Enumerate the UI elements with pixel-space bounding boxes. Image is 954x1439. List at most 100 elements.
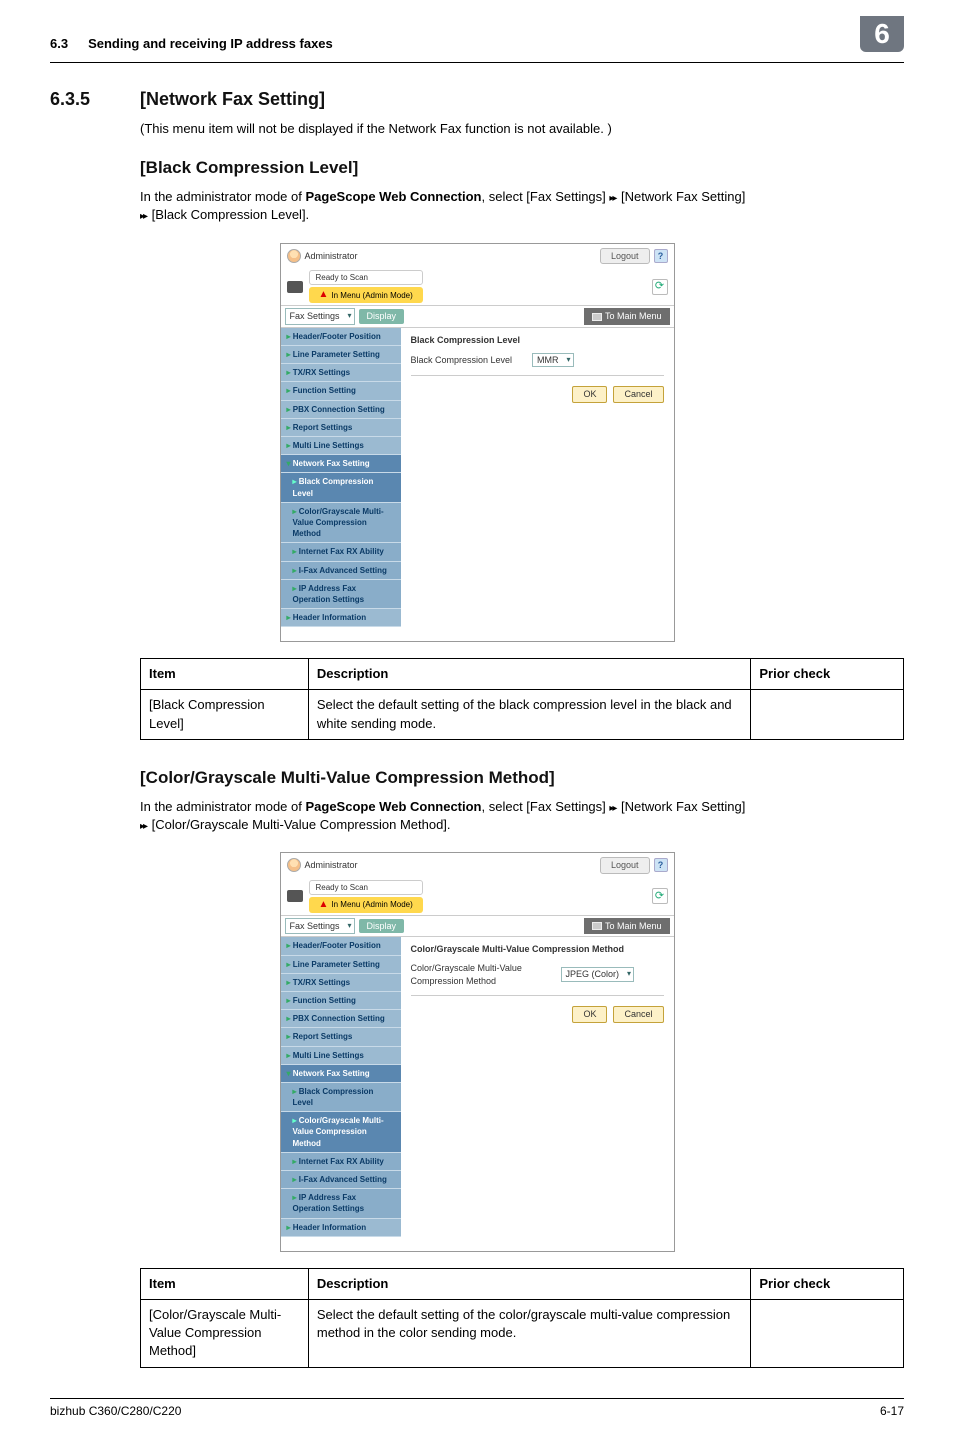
subsection-title-black: [Black Compression Level] (140, 156, 904, 180)
home-icon (592, 922, 602, 930)
sidebar-item-black-comp[interactable]: Black Compression Level (281, 473, 401, 502)
row-label: Color/Grayscale Multi-Value Compression … (411, 962, 541, 987)
home-icon (592, 313, 602, 321)
page-number: 6-17 (880, 1403, 904, 1420)
sidebar-item-report[interactable]: Report Settings (281, 1028, 401, 1046)
help-icon[interactable]: ? (654, 858, 668, 872)
sidebar-item-txrx[interactable]: TX/RX Settings (281, 364, 401, 382)
subsection-intro-color: In the administrator mode of PageScope W… (140, 798, 904, 834)
sidebar-item-function[interactable]: Function Setting (281, 992, 401, 1010)
table-row: [Black Compression Level] Select the def… (141, 690, 904, 739)
sidebar-item-network-fax[interactable]: Network Fax Setting (281, 455, 401, 473)
to-main-menu-button[interactable]: To Main Menu (584, 308, 670, 325)
product-name: bizhub C360/C280/C220 (50, 1403, 181, 1420)
compression-select[interactable]: JPEG (Color) (561, 967, 635, 982)
sidebar-item-ifax-rx[interactable]: Internet Fax RX Ability (281, 1153, 401, 1171)
table-row: [Color/Grayscale Multi-Value Compression… (141, 1299, 904, 1367)
text: [Network Fax Setting] (617, 189, 745, 204)
screenshot-black-compression: Administrator Logout ? Ready to Scan ▲In… (280, 243, 675, 643)
compression-select[interactable]: MMR (532, 353, 574, 368)
cancel-button[interactable]: Cancel (613, 1006, 663, 1023)
th-description: Description (308, 1268, 751, 1299)
user-avatar-icon (287, 858, 301, 872)
sidebar-item-ip-addr-fax[interactable]: IP Address Fax Operation Settings (281, 580, 401, 609)
arrow-icon (140, 817, 148, 832)
subsection-title-color: [Color/Grayscale Multi-Value Compression… (140, 766, 904, 790)
warning-icon: ▲ (319, 288, 329, 302)
status-mode: ▲In Menu (Admin Mode) (309, 287, 423, 303)
th-prior: Prior check (751, 1268, 904, 1299)
sidebar-item-header-footer[interactable]: Header/Footer Position (281, 937, 401, 955)
cell-desc: Select the default setting of the color/… (308, 1299, 751, 1367)
sidebar-item-report[interactable]: Report Settings (281, 419, 401, 437)
sidebar: Header/Footer Position Line Parameter Se… (281, 328, 401, 627)
panel-title: Black Compression Level (411, 334, 664, 347)
text: [Network Fax Setting] (617, 799, 745, 814)
section-intro: (This menu item will not be displayed if… (140, 120, 904, 138)
text: [Black Compression Level]. (148, 207, 309, 222)
section-heading: 6.3.5 [Network Fax Setting] (50, 87, 904, 112)
screenshot-color-grayscale: Administrator Logout ? Ready to Scan ▲In… (280, 852, 675, 1252)
sidebar-item-ifax-adv[interactable]: I-Fax Advanced Setting (281, 1171, 401, 1189)
category-dropdown[interactable]: Fax Settings (285, 918, 355, 935)
th-prior: Prior check (751, 659, 904, 690)
sidebar-item-multiline[interactable]: Multi Line Settings (281, 1047, 401, 1065)
sidebar-item-pbx[interactable]: PBX Connection Setting (281, 1010, 401, 1028)
ok-button[interactable]: OK (572, 386, 607, 403)
sidebar-item-network-fax[interactable]: Network Fax Setting (281, 1065, 401, 1083)
header-section-number: 6.3 (50, 35, 68, 53)
sidebar-item-color-gray[interactable]: Color/Grayscale Multi-Value Compression … (281, 1112, 401, 1153)
th-description: Description (308, 659, 751, 690)
category-dropdown[interactable]: Fax Settings (285, 308, 355, 325)
role-label: Administrator (305, 250, 358, 263)
refresh-icon[interactable]: ⟳ (652, 279, 668, 295)
sidebar-item-header-footer[interactable]: Header/Footer Position (281, 328, 401, 346)
section-title: [Network Fax Setting] (140, 87, 325, 112)
sidebar-item-function[interactable]: Function Setting (281, 382, 401, 400)
header-section-title: Sending and receiving IP address faxes (88, 35, 860, 53)
text: [Color/Grayscale Multi-Value Compression… (148, 817, 451, 832)
sidebar-item-ifax-rx[interactable]: Internet Fax RX Ability (281, 543, 401, 561)
table-color-grayscale: Item Description Prior check [Color/Gray… (140, 1268, 904, 1368)
sidebar-item-line-param[interactable]: Line Parameter Setting (281, 956, 401, 974)
sidebar-item-txrx[interactable]: TX/RX Settings (281, 974, 401, 992)
status-ready: Ready to Scan (309, 270, 423, 285)
refresh-icon[interactable]: ⟳ (652, 888, 668, 904)
printer-icon (287, 281, 303, 293)
sidebar-item-ifax-adv[interactable]: I-Fax Advanced Setting (281, 562, 401, 580)
text: In Menu (Admin Mode) (331, 899, 412, 910)
row-label: Black Compression Level (411, 354, 513, 367)
text: In the administrator mode of (140, 189, 305, 204)
ok-button[interactable]: OK (572, 1006, 607, 1023)
sidebar-item-ip-addr-fax[interactable]: IP Address Fax Operation Settings (281, 1189, 401, 1218)
sidebar-item-black-comp[interactable]: Black Compression Level (281, 1083, 401, 1112)
page-footer: bizhub C360/C280/C220 6-17 (50, 1398, 904, 1420)
user-avatar-icon (287, 249, 301, 263)
cancel-button[interactable]: Cancel (613, 386, 663, 403)
text-bold: PageScope Web Connection (305, 189, 481, 204)
panel-title: Color/Grayscale Multi-Value Compression … (411, 943, 664, 956)
sidebar-item-header-info[interactable]: Header Information (281, 1219, 401, 1237)
text: , select [Fax Settings] (482, 189, 610, 204)
help-icon[interactable]: ? (654, 249, 668, 263)
status-mode: ▲In Menu (Admin Mode) (309, 897, 423, 913)
text: In the administrator mode of (140, 799, 305, 814)
page-header: 6.3 Sending and receiving IP address fax… (50, 30, 904, 63)
logout-button[interactable]: Logout (600, 857, 650, 874)
sidebar-item-multiline[interactable]: Multi Line Settings (281, 437, 401, 455)
main-panel: Black Compression Level Black Compressio… (401, 328, 674, 627)
display-button[interactable]: Display (359, 309, 405, 324)
sidebar-item-color-gray[interactable]: Color/Grayscale Multi-Value Compression … (281, 503, 401, 544)
cell-item: [Color/Grayscale Multi-Value Compression… (141, 1299, 309, 1367)
sidebar-item-header-info[interactable]: Header Information (281, 609, 401, 627)
text: , select [Fax Settings] (482, 799, 610, 814)
to-main-menu-button[interactable]: To Main Menu (584, 918, 670, 935)
table-black-compression: Item Description Prior check [Black Comp… (140, 658, 904, 740)
logout-button[interactable]: Logout (600, 248, 650, 265)
role-label: Administrator (305, 859, 358, 872)
display-button[interactable]: Display (359, 919, 405, 934)
sidebar-item-pbx[interactable]: PBX Connection Setting (281, 401, 401, 419)
sidebar-item-line-param[interactable]: Line Parameter Setting (281, 346, 401, 364)
status-ready: Ready to Scan (309, 880, 423, 895)
arrow-icon (140, 207, 148, 222)
